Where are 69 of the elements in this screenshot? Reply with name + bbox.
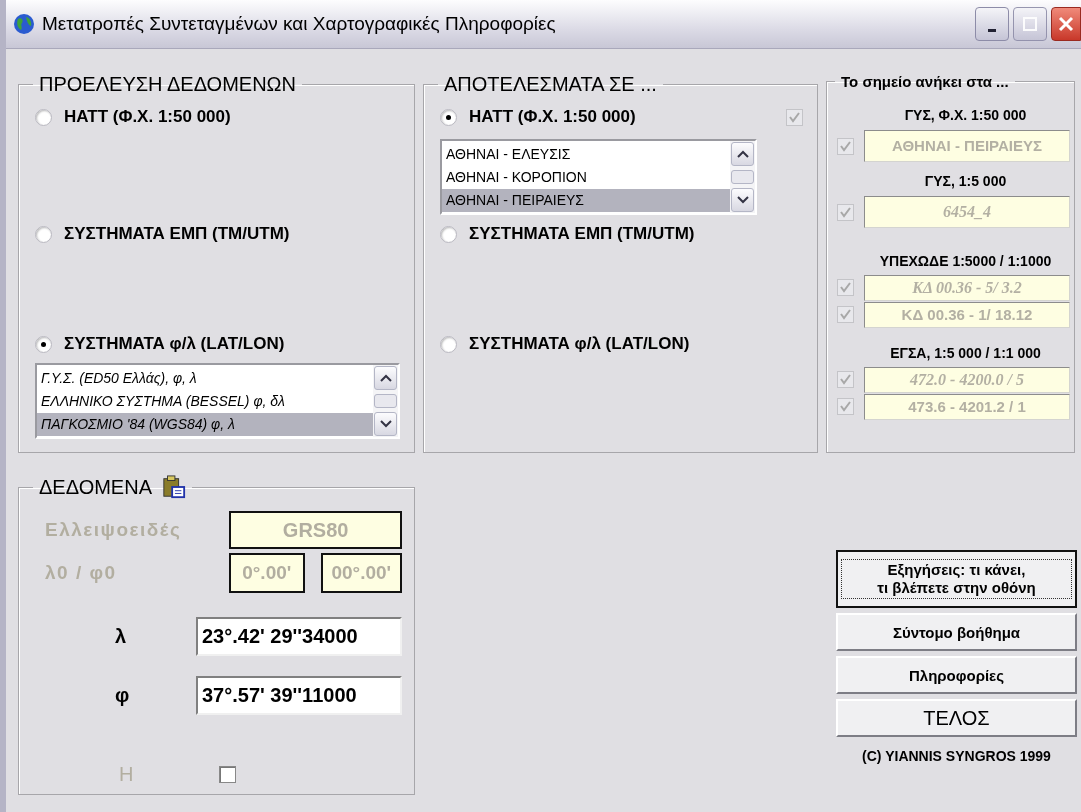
section-heading: ΓΥΣ, Φ.Χ. 1:50 000 — [903, 106, 1028, 125]
input-field[interactable]: 37°.57' 39''11000 — [196, 676, 402, 715]
radio-button[interactable] — [35, 108, 52, 126]
group-title: ΔΕΔΟΜΕΝΑ — [39, 475, 152, 499]
radio-button[interactable] — [440, 225, 457, 243]
list-item[interactable]: ΑΘΗΝΑΙ - ΠΕΙΡΑΙΕΥΣ — [442, 189, 730, 212]
readonly-field: ΚΔ 00.36 - 1/ 18.12 — [864, 301, 1070, 328]
field-label: φ — [114, 684, 131, 707]
field-label: Ελλειψοειδές — [44, 519, 183, 541]
list-item[interactable]: ΕΛΛΗΝΙΚΟ ΣΥΣΤΗΜΑ (BESSEL) φ, δλ — [37, 390, 373, 413]
checkbox[interactable] — [837, 398, 854, 415]
field-label: λ — [114, 625, 128, 648]
readonly-field: ΑΘΗΝΑΙ - ΠΕΙΡΑΙΕΥΣ — [864, 130, 1070, 162]
section-heading: ΕΓΣΑ, 1:5 000 / 1:1 000 — [889, 344, 1042, 363]
checkbox[interactable] — [837, 137, 854, 155]
list-item[interactable]: Γ.Υ.Σ. (ED50 Ελλάς), φ, λ — [37, 367, 373, 390]
radio-label[interactable]: ΣΥΣΤΗΜΑΤΑ ΕΜΠ (TM/UTM) — [64, 224, 290, 244]
globe-icon — [12, 12, 36, 36]
push-button[interactable]: Σύντομο βοήθημα — [836, 613, 1077, 651]
section-heading: ΥΠΕΧΩΔΕ 1:5000 / 1:1000 — [878, 252, 1053, 271]
radio-label[interactable]: ΣΥΣΤΗΜΑΤΑ φ/λ (LAT/LON) — [64, 334, 285, 354]
checkbox[interactable] — [837, 371, 854, 388]
radio-label[interactable]: ΣΥΣΤΗΜΑΤΑ ΕΜΠ (TM/UTM) — [469, 224, 695, 244]
scroll-up-icon[interactable] — [374, 366, 397, 390]
input-field[interactable]: 23°.42' 29''34000 — [196, 617, 402, 656]
checkbox[interactable] — [837, 279, 854, 296]
window-title: Μετατροπές Συντεταγμένων και Χαρτογραφικές Πληροφορίες — [42, 13, 557, 35]
minimize-icon — [988, 28, 996, 32]
checkbox[interactable] — [786, 108, 803, 126]
radio-label[interactable]: HATT (Φ.Χ. 1:50 000) — [469, 107, 636, 127]
readonly-field: 0°.00' — [228, 553, 305, 593]
readonly-field: 473.6 - 4201.2 / 1 — [864, 393, 1070, 420]
readonly-field: 6454_4 — [864, 196, 1070, 228]
scroll-thumb[interactable] — [731, 170, 754, 184]
group-title: ΠΡΟΕΛΕΥΣΗ ΔΕΔΟΜΕΝΩΝ — [38, 73, 297, 96]
readonly-field: GRS80 — [229, 511, 402, 549]
group-title: Το σημείο ανήκει στα ... — [840, 73, 1010, 90]
checkbox[interactable] — [837, 203, 854, 221]
field-label: λ0 / φ0 — [44, 562, 118, 584]
readonly-field: 472.0 - 4200.0 / 5 — [864, 366, 1070, 393]
radio-button[interactable] — [35, 225, 52, 243]
readonly-field: ΚΔ 00.36 - 5/ 3.2 — [864, 274, 1070, 301]
scroll-up-icon[interactable] — [731, 142, 754, 166]
radio-button[interactable] — [440, 108, 457, 126]
checkbox[interactable] — [837, 306, 854, 323]
push-button[interactable]: Πληροφορίες — [836, 656, 1077, 694]
maximize-icon — [1022, 16, 1038, 32]
section-heading: ΓΥΣ, 1:5 000 — [923, 172, 1008, 191]
radio-button[interactable] — [440, 335, 457, 353]
list-item[interactable]: ΠΑΓΚΟΣΜΙΟ '84 (WGS84) φ, λ — [37, 413, 373, 436]
close-button[interactable] — [1051, 7, 1081, 41]
checkbox[interactable] — [219, 766, 236, 783]
copyright-text: (C) YIANNIS SYNGROS 1999 — [861, 748, 1052, 764]
scroll-down-icon[interactable] — [374, 412, 397, 436]
list-item[interactable]: ΑΘΗΝΑΙ - ΕΛΕΥΣΙΣ — [442, 143, 730, 166]
scroll-thumb[interactable] — [374, 394, 397, 408]
scroll-down-icon[interactable] — [731, 188, 754, 212]
radio-button[interactable] — [35, 335, 52, 353]
minimize-button[interactable] — [975, 7, 1009, 41]
close-icon — [1058, 16, 1074, 32]
group-title: ΑΠΟΤΕΛΕΣΜΑΤΑ ΣΕ ... — [443, 73, 658, 96]
push-button[interactable]: Εξηγήσεις: τι κάνει, τι βλέπετε στην οθόνη — [836, 550, 1077, 608]
list-item[interactable]: ΑΘΗΝΑΙ - ΚΟΡΟΠΙΟΝ — [442, 166, 730, 189]
clipboard-icon[interactable] — [162, 475, 186, 499]
radio-label[interactable]: ΣΥΣΤΗΜΑΤΑ φ/λ (LAT/LON) — [469, 334, 690, 354]
field-label: H — [118, 763, 135, 786]
readonly-field: 00°.00' — [320, 553, 402, 593]
radio-label[interactable]: HATT (Φ.Χ. 1:50 000) — [64, 107, 231, 127]
push-button[interactable]: ΤΕΛΟΣ — [836, 699, 1077, 737]
